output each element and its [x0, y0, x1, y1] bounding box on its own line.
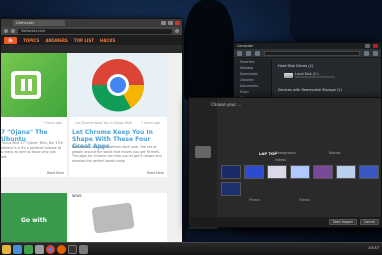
- import-info: Choose your ...: [211, 102, 242, 107]
- page-content: 7 hours ago 7 "Ojana" The Ubuntu "Linux …: [1, 53, 182, 243]
- minimize-icon[interactable]: [365, 44, 370, 48]
- folder-icon[interactable]: [2, 244, 11, 254]
- site-header: lh TOPICS ANSWERS TOP LIST HACKS: [1, 35, 182, 45]
- article-title[interactable]: Go with: [21, 217, 47, 224]
- article-card[interactable]: 7 hours ago 7 "Ojana" The Ubuntu "Linux …: [1, 53, 67, 177]
- media-icon[interactable]: [24, 244, 33, 254]
- mint-logo-icon: [11, 71, 41, 99]
- article-card[interactable]: NEWS: [69, 193, 167, 243]
- article-image: [69, 53, 167, 117]
- start-import-button[interactable]: Start Import: [328, 219, 357, 225]
- taskbar: 10:37: [0, 242, 382, 255]
- article-meta: 7 hours ago: [43, 121, 62, 125]
- tree-silhouette: [184, 0, 234, 100]
- nav-answers[interactable]: ANSWERS: [45, 38, 67, 43]
- photo-import-window: Choose your ... LAP TOP Photographs Movi…: [188, 97, 382, 229]
- explorer-title: Computer: [237, 44, 254, 48]
- read-more-link[interactable]: Read More: [147, 171, 164, 175]
- article-card[interactable]: Go with: [1, 193, 67, 243]
- photo-thumbnail[interactable]: [359, 165, 379, 179]
- chrome-logo-icon: [91, 59, 145, 112]
- field-label: Videos: [275, 158, 286, 162]
- chrome-icon[interactable]: [46, 244, 55, 254]
- article-tag: NEWS: [72, 194, 82, 198]
- photo-thumbnail[interactable]: [313, 165, 333, 179]
- address-bar[interactable]: lifehacker.com: [18, 28, 172, 34]
- section-header: Devices with Removable Storage (1): [278, 88, 342, 92]
- maximize-icon[interactable]: [168, 21, 173, 25]
- photo-thumbnail[interactable]: [221, 165, 241, 179]
- view-icon[interactable]: [373, 50, 378, 56]
- terminal-icon[interactable]: [68, 244, 77, 254]
- browser-tab[interactable]: Lifehacker: [13, 20, 65, 26]
- forward-icon[interactable]: [246, 50, 251, 56]
- thumbnail-strip: [221, 182, 241, 196]
- article-tag: Let Chrome Keep You In Shape With: [75, 121, 133, 125]
- close-icon[interactable]: [373, 44, 378, 48]
- field-label: Photographs: [275, 151, 296, 155]
- bottom-label: Photos: [249, 198, 261, 202]
- settings-icon[interactable]: [79, 244, 88, 254]
- explorer-icon[interactable]: [35, 244, 44, 254]
- camera-icon: [195, 146, 211, 158]
- article-text: "Linux Mint 17 "Qiana" Mint, the 17th re…: [1, 141, 63, 159]
- article-meta: 7 hours ago: [141, 121, 160, 125]
- close-icon[interactable]: [175, 21, 180, 25]
- refresh-icon[interactable]: [364, 50, 369, 56]
- bottom-label: Videos: [299, 198, 310, 202]
- import-footer: Start Import Cancel: [189, 217, 382, 227]
- drive-item[interactable]: Local Disk (C:): [284, 72, 335, 78]
- import-sidebar: [189, 98, 217, 229]
- firefox-icon[interactable]: [57, 244, 66, 254]
- minimize-icon[interactable]: [161, 21, 166, 25]
- nav-hacks[interactable]: HACKS: [100, 38, 115, 43]
- browser-tabbar: Lifehacker: [1, 19, 182, 27]
- explorer-toolbar: [234, 49, 381, 58]
- explorer-address-bar[interactable]: [264, 50, 360, 56]
- nav-topics[interactable]: TOPICS: [23, 38, 39, 43]
- article-text: Between in new apple refresh each year, …: [72, 145, 162, 163]
- browser-toolbar: lifehacker.com: [1, 27, 182, 35]
- thumbnail-strip: [221, 165, 379, 179]
- clock[interactable]: 10:37: [368, 245, 379, 250]
- back-icon[interactable]: [237, 50, 242, 56]
- field-label: Movies: [329, 151, 341, 155]
- menu-icon[interactable]: [175, 29, 179, 33]
- photo-thumbnail[interactable]: [290, 165, 310, 179]
- browser-window: Lifehacker lifehacker.com lh TOPICS ANSW…: [0, 18, 183, 243]
- photo-thumbnail[interactable]: [221, 182, 241, 196]
- drive-usage-bar: [295, 76, 335, 78]
- photo-thumbnail[interactable]: [267, 165, 287, 179]
- article-card[interactable]: Let Chrome Keep You In Shape With 7 hour…: [69, 53, 167, 177]
- article-image: [91, 202, 135, 234]
- up-icon[interactable]: [255, 50, 260, 56]
- photo-thumbnail[interactable]: [336, 165, 356, 179]
- read-more-link[interactable]: Read More: [47, 171, 64, 175]
- browser-icon[interactable]: [13, 244, 22, 254]
- site-logo[interactable]: lh: [4, 36, 17, 44]
- forward-icon[interactable]: [11, 29, 15, 33]
- hard-drive-icon: [284, 72, 293, 78]
- section-header: Hard Disk Drives (1): [278, 64, 314, 68]
- back-icon[interactable]: [4, 29, 8, 33]
- cancel-button[interactable]: Cancel: [359, 219, 379, 225]
- article-image: [1, 53, 67, 117]
- nav-toplist[interactable]: TOP LIST: [74, 38, 94, 43]
- photo-thumbnail[interactable]: [244, 165, 264, 179]
